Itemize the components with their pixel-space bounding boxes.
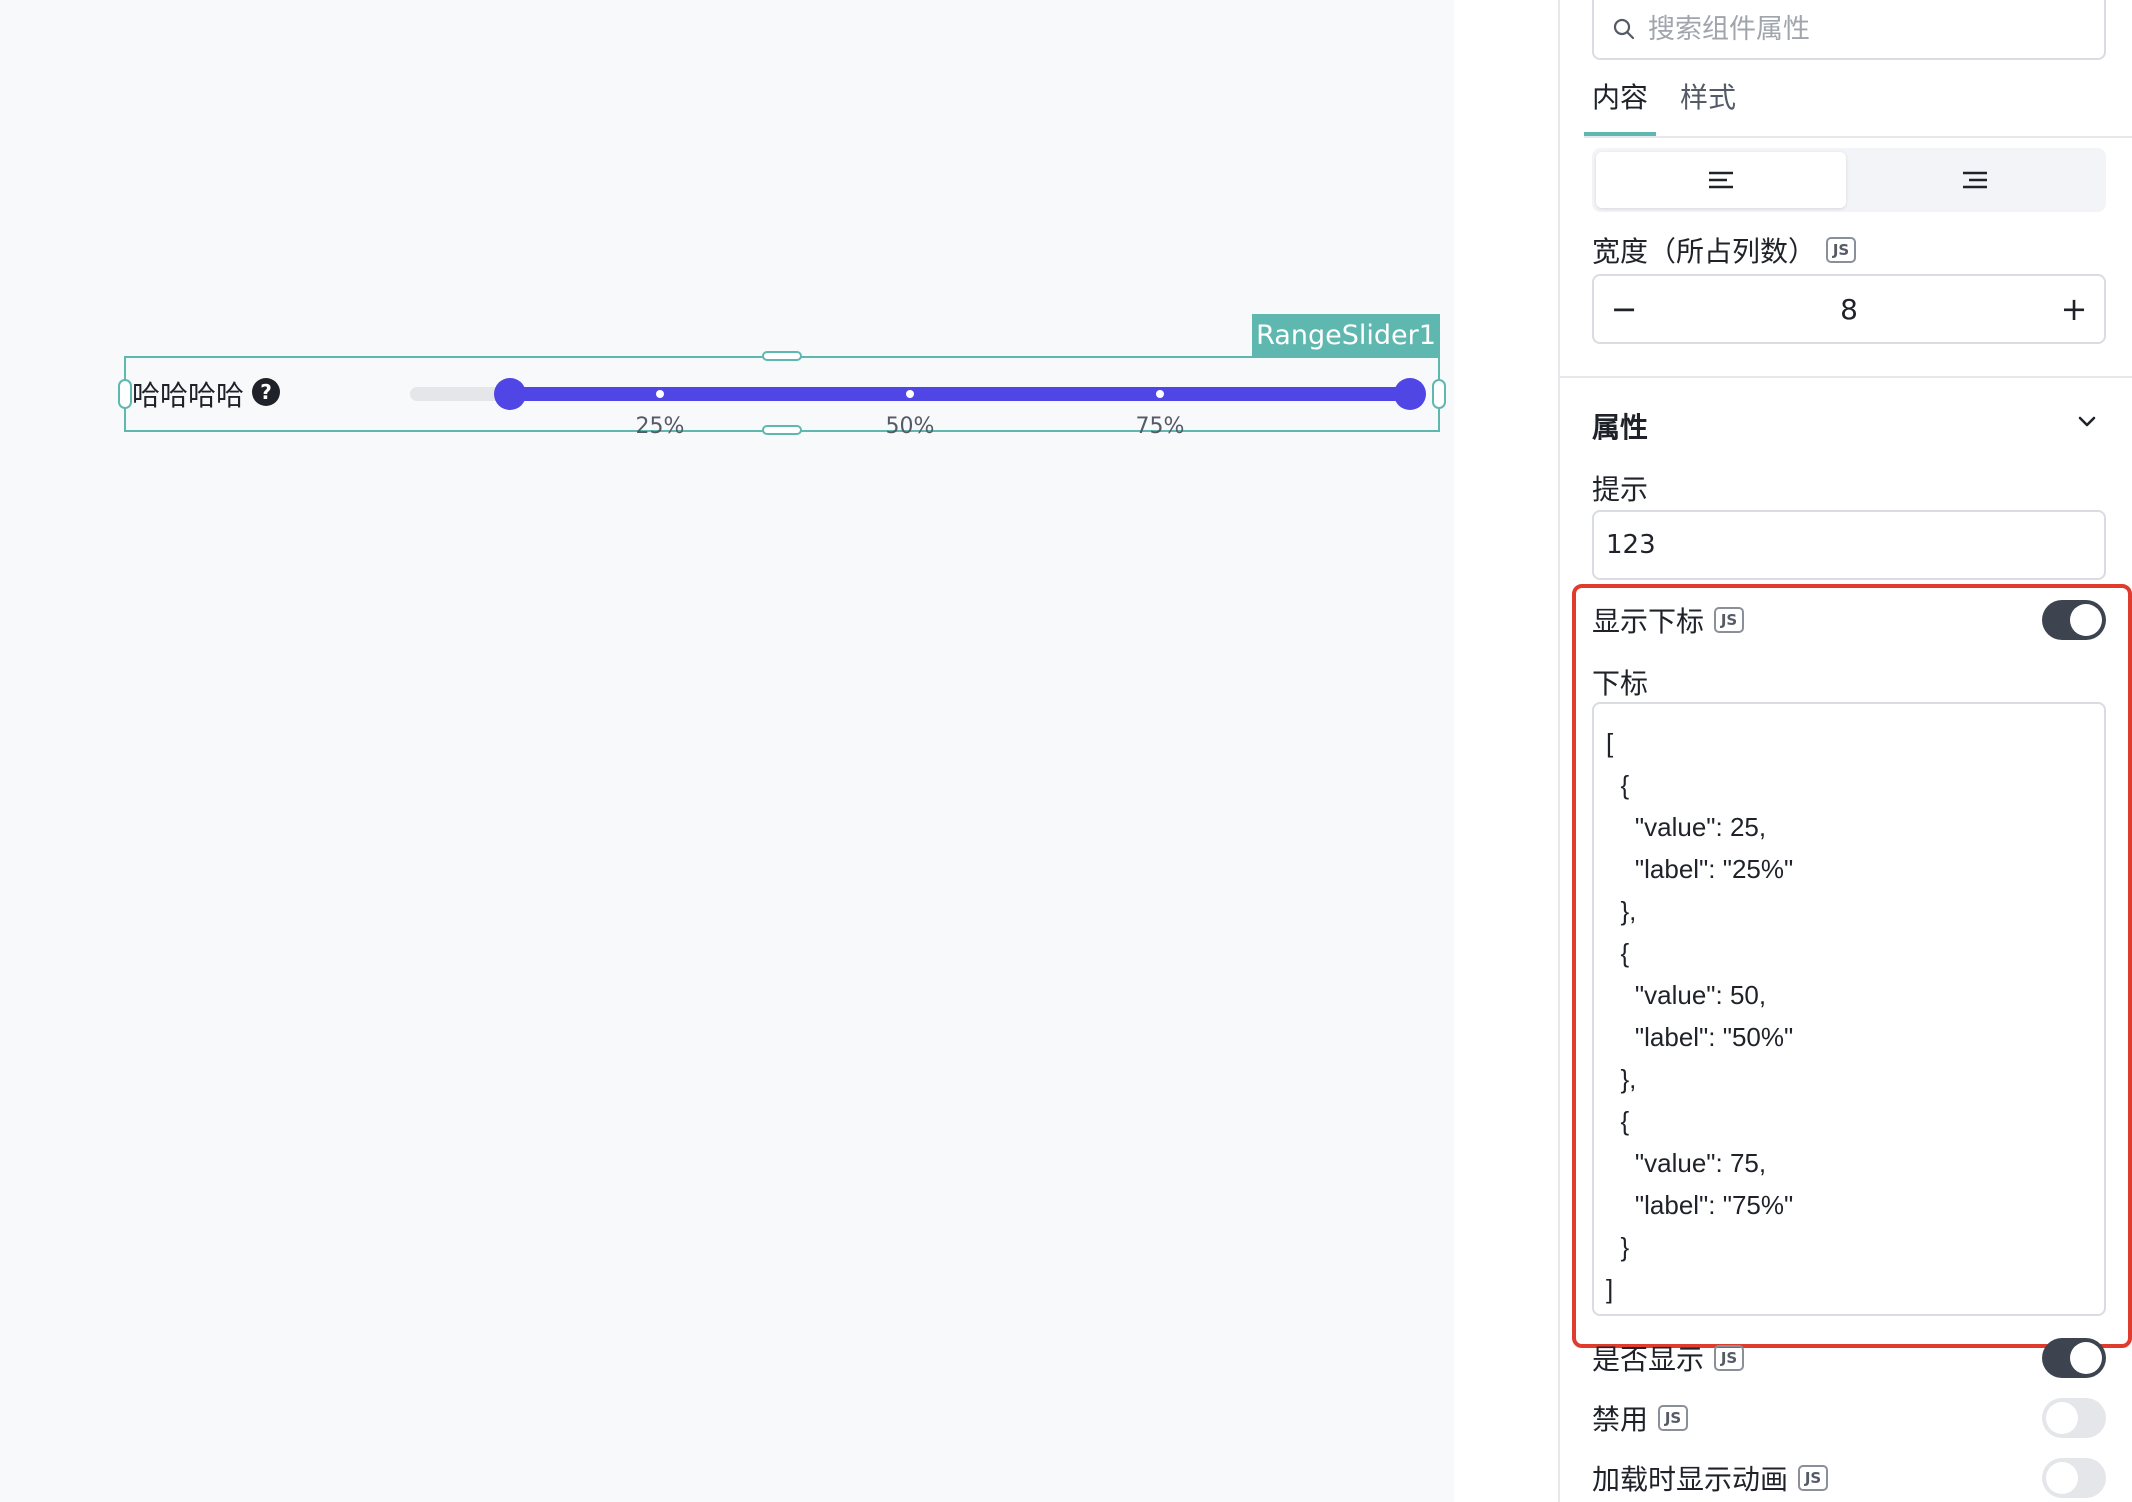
js-toggle-badge[interactable]: JS — [1658, 1405, 1689, 1431]
show-marks-row: 显示下标 JS — [1592, 600, 1745, 640]
width-label: 宽度（所占列数） — [1592, 235, 1817, 268]
align-right-button[interactable] — [1850, 152, 2100, 208]
search-icon — [1613, 18, 1635, 40]
slider-mark-label: 75% — [1135, 414, 1185, 439]
visible-row: 是否显示 JS — [1592, 1338, 1745, 1378]
slider-mark-dot — [656, 390, 664, 398]
chevron-down-icon[interactable] — [2076, 414, 2098, 430]
slider-thumb-start[interactable] — [494, 378, 526, 410]
slider-thumb-end[interactable] — [1394, 378, 1426, 410]
align-right-icon — [1963, 171, 1987, 189]
app-root: RangeSlider1 哈哈哈哈 ? 25%50%75% 内容 样式 — [0, 0, 2132, 1502]
slider-mark-dot — [1156, 390, 1164, 398]
width-row-label: 宽度（所占列数） JS — [1592, 230, 1857, 270]
animation-toggle[interactable] — [2042, 1458, 2106, 1498]
slider-mark-label: 25% — [635, 414, 685, 439]
range-slider[interactable] — [0, 0, 1454, 500]
design-canvas[interactable]: RangeSlider1 哈哈哈哈 ? 25% 50% 75% — [0, 0, 1454, 1502]
width-stepper: − 8 + — [1592, 274, 2106, 344]
show-marks-label: 显示下标 — [1592, 605, 1705, 638]
align-left-icon — [1709, 171, 1733, 189]
align-left-button[interactable] — [1596, 152, 1846, 208]
js-toggle-badge[interactable]: JS — [1714, 1345, 1745, 1371]
js-toggle-badge[interactable]: JS — [1714, 607, 1745, 633]
decrement-button[interactable]: − — [1594, 276, 1654, 342]
tip-input[interactable] — [1592, 510, 2106, 580]
tip-label: 提示 — [1592, 473, 1649, 506]
animation-label: 加载时显示动画 — [1592, 1463, 1789, 1496]
slider-mark-label: 50% — [885, 414, 935, 439]
increment-button[interactable]: + — [2044, 276, 2104, 342]
alignment-segmented-control — [1592, 148, 2106, 212]
visible-label: 是否显示 — [1592, 1343, 1705, 1376]
search-input[interactable] — [1648, 13, 2088, 45]
width-value[interactable]: 8 — [1654, 276, 2044, 342]
visible-toggle[interactable] — [2042, 1338, 2106, 1378]
js-toggle-badge[interactable]: JS — [1826, 237, 1857, 263]
panel-tabs: 内容 样式 — [1584, 70, 2132, 138]
marks-json-editor[interactable]: [ { "value": 25, "label": "25%" }, { "va… — [1592, 702, 2106, 1316]
active-tab-indicator — [1584, 132, 1656, 136]
properties-section-title[interactable]: 属性 — [1592, 406, 1648, 446]
disabled-label: 禁用 — [1592, 1403, 1649, 1436]
show-marks-toggle[interactable] — [2042, 600, 2106, 640]
disabled-row: 禁用 JS — [1592, 1398, 1689, 1438]
tab-content[interactable]: 内容 — [1592, 76, 1648, 134]
canvas-panel-gap — [1454, 0, 1558, 1502]
section-divider — [1560, 376, 2132, 378]
js-toggle-badge[interactable]: JS — [1798, 1465, 1829, 1491]
property-panel: 内容 样式 宽度（所占列数） JS — [1558, 0, 2132, 1502]
disabled-toggle[interactable] — [2042, 1398, 2106, 1438]
marks-label: 下标 — [1592, 667, 1649, 700]
animation-row: 加载时显示动画 JS — [1592, 1458, 1829, 1498]
search-box[interactable] — [1592, 0, 2106, 60]
tab-style[interactable]: 样式 — [1680, 76, 1736, 134]
slider-mark-dot — [906, 390, 914, 398]
slider-active-track — [510, 387, 1410, 401]
